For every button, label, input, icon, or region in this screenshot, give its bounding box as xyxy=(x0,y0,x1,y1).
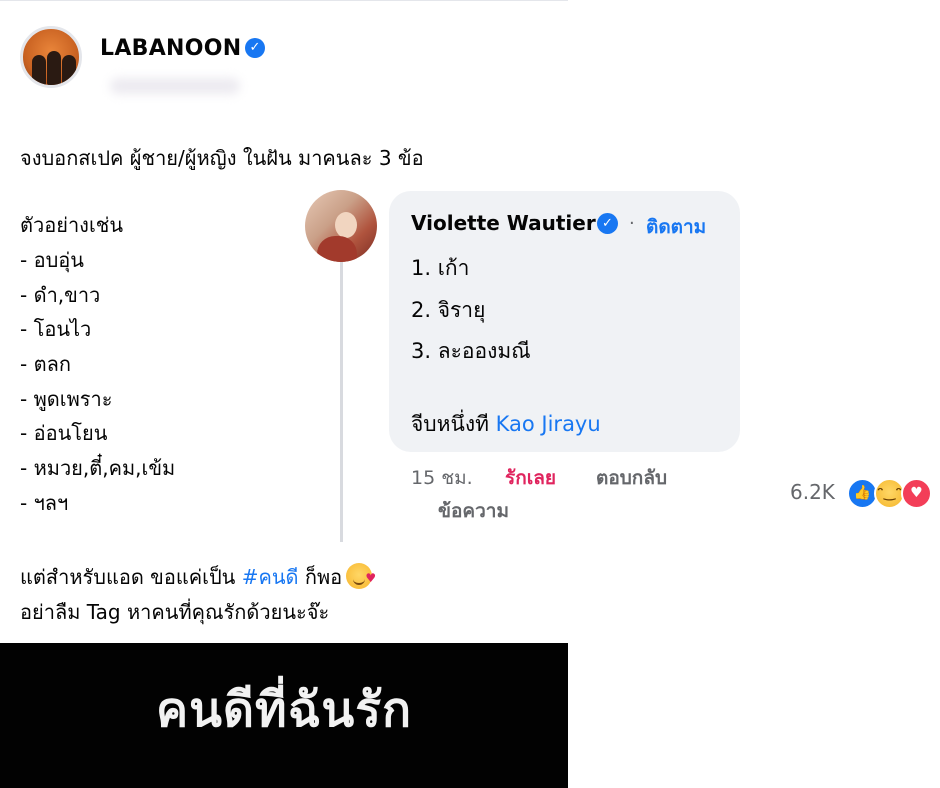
commenter-name[interactable]: Violette Wautier xyxy=(411,211,596,235)
post-line-10: - ฯลฯ xyxy=(20,491,69,515)
post-closing-line: แต่สำหรับแอด ขอแค่เป็น #คนดี ก็พอ xyxy=(20,560,376,595)
comment-line-3: 3. ละอองมณี xyxy=(411,339,531,363)
post-closing-line-2: อย่าลืม Tag หาคนที่คุณรักด้วยนะจ๊ะ xyxy=(20,600,330,624)
mention-link[interactable]: Kao Jirayu xyxy=(496,412,601,436)
comment-thread-line xyxy=(340,262,343,542)
post-line-4: - ดำ,ขาว xyxy=(20,283,101,307)
post-line-3: - อบอุ่น xyxy=(20,248,84,272)
commenter-avatar[interactable] xyxy=(305,190,377,262)
comment-line-4: จีบหนึ่งที Kao Jirayu xyxy=(411,408,601,441)
top-divider xyxy=(0,0,568,1)
comment-time[interactable]: 15 ชม. xyxy=(411,463,473,493)
closing-suffix: ก็พอ xyxy=(298,565,343,589)
page-avatar[interactable] xyxy=(20,26,82,88)
love-reaction-button[interactable]: รักเลย xyxy=(505,463,556,493)
post-line-5: - โอนไว xyxy=(20,317,92,341)
separator-dot: · xyxy=(629,213,635,234)
comment-line-2: 2. จิรายุ xyxy=(411,298,486,322)
post-line-7: - พูดเพราะ xyxy=(20,387,113,411)
love-icon: ♥ xyxy=(901,478,932,509)
comment-last-prefix: จีบหนึ่งที xyxy=(411,412,496,436)
verified-icon: ✓ xyxy=(245,38,265,58)
hashtag-link[interactable]: #คนดี xyxy=(242,565,299,589)
post-line-1: จงบอกสเปค ผู้ชาย/ผู้หญิง ในฝัน มาคนละ 3 … xyxy=(20,146,424,170)
reaction-count[interactable]: 6.2K xyxy=(790,480,835,504)
post-meta-blurred xyxy=(110,78,240,94)
post-line-6: - ตลก xyxy=(20,352,71,376)
post-line-8: - อ่อนโยน xyxy=(20,421,108,445)
smiling-face-with-hearts-icon xyxy=(346,561,376,595)
reply-button[interactable]: ตอบกลับ xyxy=(596,463,667,493)
closing-prefix: แต่สำหรับแอด ขอแค่เป็น xyxy=(20,565,242,589)
message-button[interactable]: ข้อความ xyxy=(438,496,509,526)
video-title: คนดีที่ฉันรัก xyxy=(155,682,413,738)
post-line-2: ตัวอย่างเช่น xyxy=(20,213,124,237)
verified-icon: ✓ xyxy=(597,213,618,234)
comment-line-1: 1. เก้า xyxy=(411,256,470,280)
follow-button[interactable]: ติดตาม xyxy=(646,212,706,242)
post-line-9: - หมวย,ตี๋,คม,เข้ม xyxy=(20,456,176,480)
page-name[interactable]: LABANOON xyxy=(100,36,241,61)
